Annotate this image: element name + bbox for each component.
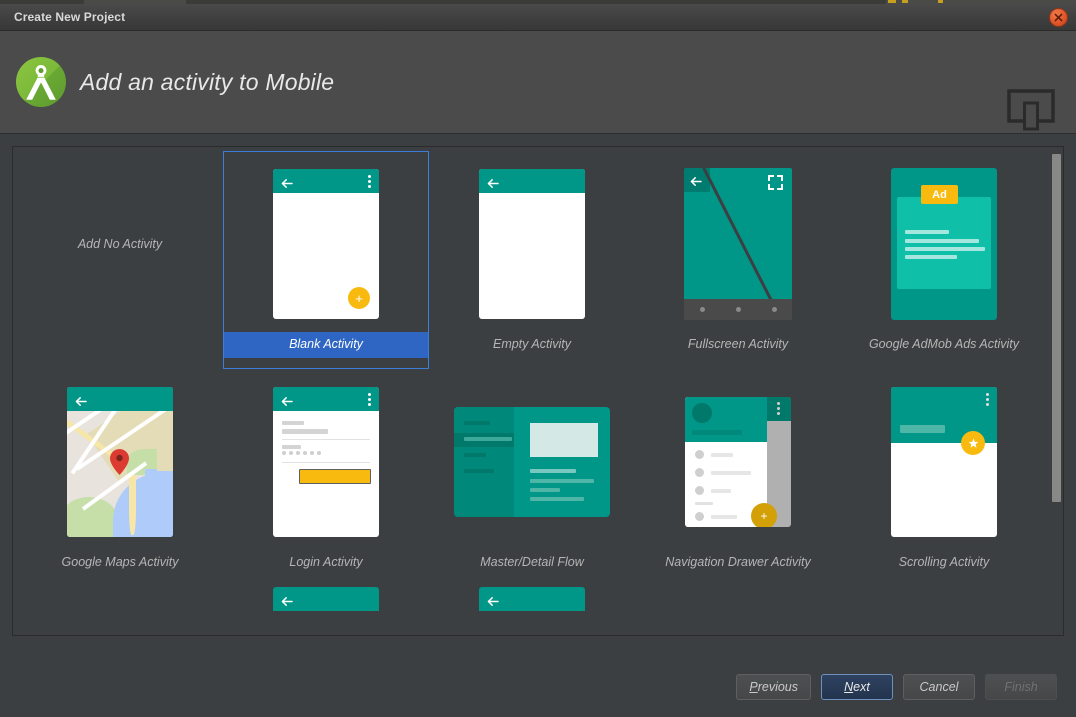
expand-fullscreen-icon [768,175,783,190]
phone-mock-scrolling [891,387,997,537]
phone-mock-login [273,387,379,537]
activity-tile-label: Navigation Drawer Activity [665,555,811,569]
tablet-mock-masterdetail [454,407,610,517]
next-button[interactable]: Next [821,674,893,700]
previous-button-mnemonic: P [749,680,758,694]
phone-mock-clipped[interactable] [479,587,585,611]
vertical-scrollbar[interactable] [1049,148,1062,635]
tile-art-navdrawer: + [636,370,840,550]
activity-gallery: Add No Activity + Blank Activity Empty A… [12,146,1064,636]
android-studio-logo [14,55,68,109]
tile-art-admob: Ad [842,152,1046,332]
close-icon[interactable] [1049,8,1068,27]
overflow-menu-icon [368,393,371,406]
back-arrow-icon [75,394,87,406]
activity-grid: Add No Activity + Blank Activity Empty A… [13,147,1049,587]
floating-action-button: + [348,287,370,309]
back-arrow-icon [487,594,499,606]
tile-art-masterdetail [430,370,634,550]
password-label-placeholder [282,445,301,449]
back-arrow-icon [487,176,499,188]
vertical-scrollbar-thumb[interactable] [1052,154,1061,502]
activity-tile-add-no-activity[interactable]: Add No Activity [17,151,223,369]
sign-in-button-mock [299,469,371,484]
finish-button: Finish [985,674,1057,700]
activity-tile-fullscreen-activity[interactable]: Fullscreen Activity [635,151,841,369]
phone-mock-fullscreen [684,168,792,320]
tile-art-blank: + [224,152,428,332]
next-button-mnemonic: N [844,680,854,694]
activity-tile-master-detail-flow[interactable]: Master/Detail Flow [429,369,635,587]
floating-action-button-star [961,431,985,455]
previous-button[interactable]: Previous [736,674,811,700]
password-dots [282,451,321,455]
next-button-label-rest: ext [853,680,870,694]
activity-tile-label: Blank Activity [224,332,428,358]
phone-mock-navdrawer: + [685,397,791,527]
avatar [692,403,712,423]
activity-tile-label: Master/Detail Flow [480,555,584,569]
back-arrow-icon [281,394,293,406]
activity-gallery-viewport: Add No Activity + Blank Activity Empty A… [13,147,1049,635]
activity-tile-blank-activity[interactable]: + Blank Activity [223,151,429,369]
activity-tile-label: Google Maps Activity [61,555,179,569]
tile-art-none: Add No Activity [18,152,222,332]
activity-tile-navigation-drawer-activity[interactable]: + Navigation Drawer Activity [635,369,841,587]
email-field-placeholder [282,429,328,434]
activity-tile-label: Google AdMob Ads Activity [868,337,1020,351]
back-arrow-icon [690,174,702,186]
map-pin-icon [110,449,129,475]
tile-art-fullscreen [636,152,840,332]
dialog-footer: Previous Next Cancel Finish [0,657,1076,717]
tile-art-login [224,370,428,550]
create-new-project-dialog: Create New Project Add an activity to Mo… [0,4,1076,717]
previous-button-label-rest: revious [757,680,798,694]
activity-tile-scrolling-activity[interactable]: Scrolling Activity [841,369,1047,587]
email-label-placeholder [282,421,304,425]
cancel-button[interactable]: Cancel [903,674,975,700]
activity-tile-login-activity[interactable]: Login Activity [223,369,429,587]
activity-tile-empty-activity[interactable]: Empty Activity [429,151,635,369]
tablet-and-phone-icon [1007,87,1055,132]
tile-art-empty [430,152,634,332]
back-arrow-icon [281,176,293,188]
activity-grid-row-clipped [13,587,1049,611]
phone-mock-empty [479,169,585,319]
page-title: Add an activity to Mobile [80,68,335,95]
dialog-titlebar: Create New Project [0,4,1076,31]
phone-mock-maps [67,387,173,537]
floating-action-button: + [751,503,777,527]
activity-tile-google-admob-ads-activity[interactable]: Ad Google AdMob Ads Activity [841,151,1047,369]
dialog-body: Add No Activity + Blank Activity Empty A… [0,134,1076,717]
overflow-menu-icon [986,393,989,408]
email-underline [282,439,370,440]
activity-tile-label: Add No Activity [77,237,163,251]
password-underline [282,462,370,463]
dialog-header: Add an activity to Mobile [0,31,1076,134]
activity-tile-label: Login Activity [289,555,363,569]
activity-tile-google-maps-activity[interactable]: Google Maps Activity [17,369,223,587]
back-arrow-icon [281,594,293,606]
phone-mock-clipped[interactable] [273,587,379,611]
activity-tile-label: Fullscreen Activity [687,337,789,351]
tile-art-scrolling [842,370,1046,550]
ad-badge: Ad [921,185,958,204]
phone-mock-admob: Ad [891,168,997,320]
overflow-menu-icon [777,402,780,417]
tile-art-maps [18,370,222,550]
activity-tile-label: Scrolling Activity [898,555,990,569]
phone-mock-blank: + [273,169,379,319]
dialog-title: Create New Project [14,10,126,24]
activity-tile-label: Empty Activity [492,337,572,351]
overflow-menu-icon [368,175,371,188]
